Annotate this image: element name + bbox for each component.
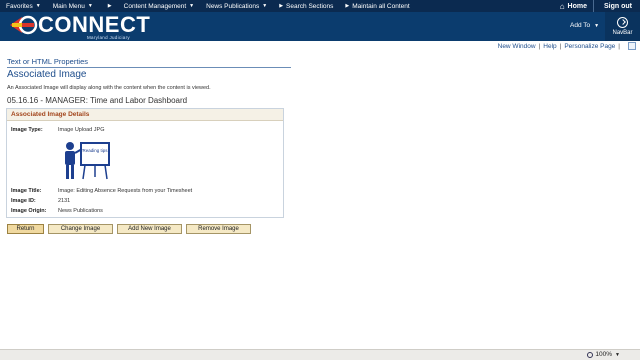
presenter-board-icon: Reading tips — [65, 142, 110, 180]
zoom-icon — [587, 351, 594, 358]
top-right-links: ⌂ Home Sign out — [554, 0, 640, 12]
page-description: An Associated Image will display along w… — [7, 85, 211, 91]
image-details-panel: Associated Image Details Image Type: Ima… — [6, 108, 284, 218]
zoom-level: 100% — [595, 351, 613, 358]
image-origin-label: Image Origin: — [11, 208, 47, 214]
action-buttons: Return Change Image Add New Image Remove… — [7, 224, 255, 234]
remove-image-button[interactable]: Remove Image — [186, 224, 251, 234]
navbar-label: NavBar — [612, 30, 633, 36]
caret-down-icon: ▼ — [189, 3, 195, 9]
compass-icon — [617, 17, 628, 28]
connect-logo[interactable]: CONNECT — [8, 14, 150, 36]
home-link[interactable]: ⌂ Home — [554, 2, 593, 11]
browser-status-bar: 100% ▼ — [0, 349, 640, 360]
menu-maintain-all-content[interactable]: ▶ Maintain all Content — [339, 3, 415, 10]
breadcrumb: Text or HTML Properties — [7, 57, 291, 68]
caret-right-icon: ▶ — [345, 3, 350, 9]
caret-down-icon: ▼ — [262, 3, 268, 9]
link-separator: | — [618, 42, 620, 50]
menu-main-menu[interactable]: Main Menu ▼ — [47, 3, 99, 10]
signout-link[interactable]: Sign out — [594, 3, 640, 10]
zoom-control[interactable]: 100% ▼ — [587, 351, 620, 358]
logo-mark-icon — [10, 15, 38, 35]
image-id-value: 2131 — [58, 198, 71, 204]
menu-breadcrumb-arrow[interactable]: ▶ — [99, 3, 118, 9]
page-title: Associated Image — [7, 69, 87, 80]
add-to-menu[interactable]: Add To ▼ — [570, 22, 599, 29]
add-new-image-button[interactable]: Add New Image — [117, 224, 182, 234]
caret-down-icon: ▼ — [35, 3, 41, 9]
menu-news-publications[interactable]: News Publications ▼ — [200, 3, 273, 10]
image-title-label: Image Title: — [11, 188, 42, 194]
logo-text: CONNECT — [38, 12, 151, 37]
link-separator: | — [559, 42, 562, 50]
logo-subtitle: Maryland Judiciary — [87, 35, 130, 40]
menu-favorites[interactable]: Favorites ▼ — [0, 3, 47, 10]
caret-down-icon: ▼ — [615, 351, 620, 358]
navbar-button[interactable]: NavBar — [605, 12, 640, 41]
home-label: Home — [567, 2, 587, 10]
caret-right-icon: ▶ — [107, 3, 112, 9]
page-links: New Window | Help | Personalize Page | — [498, 42, 636, 50]
associated-image-thumbnail: Reading tips — [59, 139, 113, 185]
header-banner: CONNECT Maryland Judiciary Add To ▼ NavBa… — [0, 12, 640, 41]
menu-content-management-label: Content Management — [123, 2, 187, 10]
image-id-label: Image ID: — [11, 198, 36, 204]
home-icon: ⌂ — [559, 1, 565, 11]
menu-content-management[interactable]: Content Management ▼ — [118, 3, 200, 10]
image-type-label: Image Type: — [11, 127, 43, 133]
return-button[interactable]: Return — [7, 224, 44, 234]
caret-right-icon: ▶ — [279, 3, 284, 9]
menu-search-sections[interactable]: ▶ Search Sections — [273, 3, 339, 10]
image-type-value: Image Upload JPG — [58, 127, 105, 133]
menu-main-menu-label: Main Menu — [52, 2, 85, 10]
link-separator: | — [538, 42, 541, 50]
change-image-button[interactable]: Change Image — [48, 224, 113, 234]
page-options-icon[interactable] — [628, 42, 636, 50]
personalize-page-link[interactable]: Personalize Page — [564, 43, 615, 50]
caret-down-icon: ▼ — [594, 22, 600, 29]
menu-news-publications-label: News Publications — [206, 2, 260, 10]
menu-search-sections-label: Search Sections — [286, 2, 334, 10]
caret-down-icon: ▼ — [87, 3, 93, 9]
image-origin-value: News Publications — [58, 208, 103, 214]
image-caption: Reading tips — [82, 148, 108, 153]
panel-header: Associated Image Details — [7, 109, 283, 121]
menu-maintain-all-content-label: Maintain all Content — [352, 2, 410, 10]
new-window-link[interactable]: New Window — [498, 43, 536, 50]
image-title-value: Image: Editing Absence Requests from you… — [58, 188, 193, 194]
signout-label: Sign out — [604, 2, 632, 10]
menu-favorites-label: Favorites — [6, 2, 33, 10]
help-link[interactable]: Help — [543, 43, 556, 50]
top-menu-bar: Favorites ▼ Main Menu ▼ ▶ Content Manageme… — [0, 0, 640, 12]
content-subtitle: 05.16.16 - MANAGER: Time and Labor Dashb… — [7, 96, 188, 105]
add-to-label: Add To — [570, 22, 591, 29]
